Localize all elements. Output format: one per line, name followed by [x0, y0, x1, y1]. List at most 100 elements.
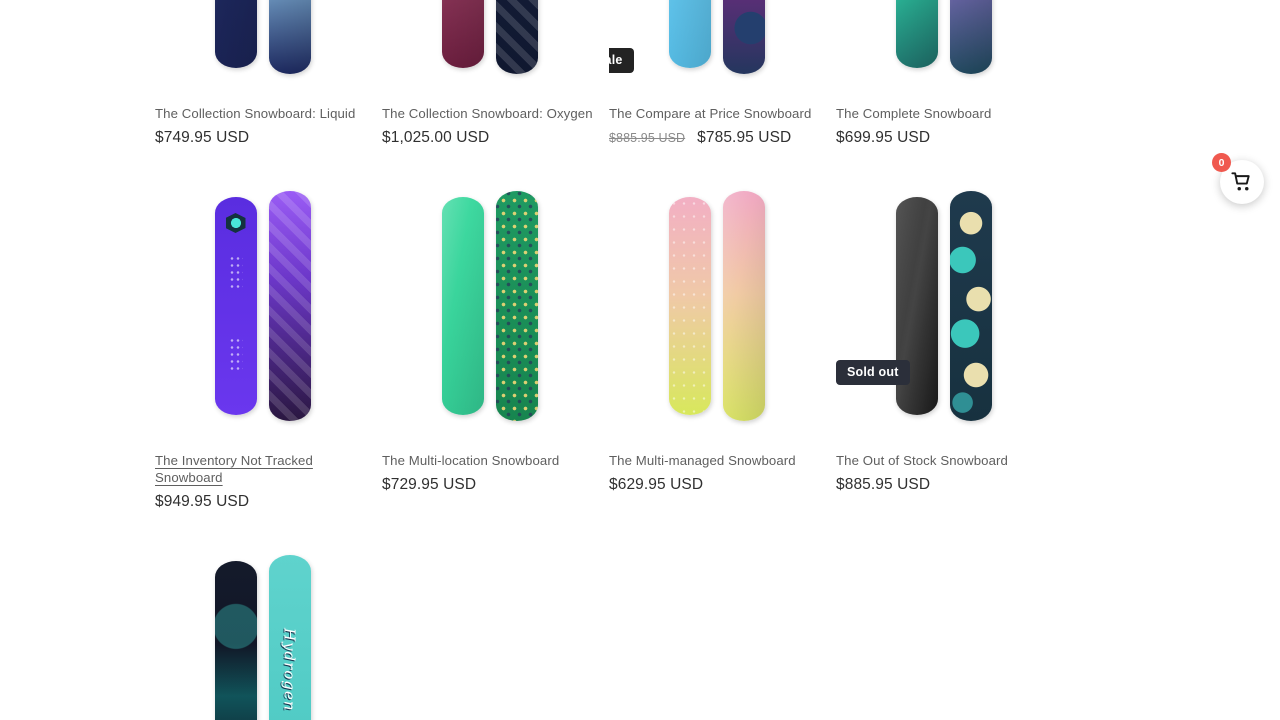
board-art-overlay: [441, 0, 484, 68]
product-title-link[interactable]: The Inventory Not Tracked Snowboard: [155, 452, 382, 486]
product-image[interactable]: [382, 172, 597, 440]
product-price-row: $629.95 USD: [609, 476, 836, 494]
sale-badge: Sale: [609, 48, 634, 73]
board-art-overlay: [949, 191, 992, 421]
board-lace: [228, 337, 243, 371]
snowboard-back: Hydrogen: [268, 555, 311, 720]
snowboard-back: [495, 0, 538, 74]
snowboard-back: [949, 191, 992, 421]
board-art-overlay: [214, 0, 257, 68]
board-art-overlay: [668, 0, 711, 68]
product-grid: The Collection Snowboard: Liquid $749.95 …: [155, 0, 1215, 720]
product-price-row: $1,025.00 USD: [382, 129, 609, 147]
board-art-overlay: [722, 0, 765, 74]
product-card[interactable]: Sold out The Out of Stock Snowboard $885.9…: [836, 172, 1063, 536]
snowboard-front: [214, 0, 257, 68]
snowboard-front: [441, 0, 484, 68]
product-price-row: $885.95 USD: [836, 476, 1063, 494]
board-art-overlay: [441, 197, 484, 415]
product-info: The Inventory Not Tracked Snowboard $949.…: [155, 440, 382, 511]
product-info: The Out of Stock Snowboard $885.95 USD: [836, 440, 1063, 494]
board-wordmark: Hydrogen: [280, 628, 299, 712]
board-lace: [228, 255, 243, 289]
snowboard-pair: [155, 0, 370, 93]
snowboard-back: [722, 0, 765, 74]
product-price: $785.95 USD: [697, 129, 792, 146]
product-title-link[interactable]: The Out of Stock Snowboard: [836, 452, 1008, 469]
snowboard-pair: [609, 172, 824, 440]
product-info: The Collection Snowboard: Liquid $749.95 …: [155, 93, 382, 147]
board-art-overlay: [495, 191, 538, 421]
board-art-overlay: [495, 0, 538, 74]
snowboard-back: [495, 191, 538, 421]
product-price-row: $729.95 USD: [382, 476, 609, 494]
product-title-link[interactable]: The Multi-location Snowboard: [382, 452, 559, 469]
product-price-row: $699.95 USD: [836, 129, 1063, 147]
product-card[interactable]: The Multi-location Snowboard $729.95 USD: [382, 172, 609, 536]
product-card[interactable]: The Multi-managed Snowboard $629.95 USD: [609, 172, 836, 536]
product-price: $699.95 USD: [836, 129, 931, 146]
snowboard-pair: [382, 172, 597, 440]
product-price: $949.95 USD: [155, 493, 250, 510]
board-art-overlay: [214, 561, 257, 720]
product-title-link[interactable]: The Collection Snowboard: Liquid: [155, 105, 355, 122]
snowboard-pair: [155, 172, 370, 440]
product-image[interactable]: Hydrogen: [155, 536, 370, 720]
product-card[interactable]: The Collection Snowboard: Oxygen $1,025.0…: [382, 0, 609, 172]
compare-at-price: $885.95 USD: [609, 131, 686, 145]
product-image[interactable]: [155, 172, 370, 440]
snowboard-pair: [382, 0, 597, 93]
snowboard-pair: [836, 172, 1051, 440]
product-price-row: $949.95 USD: [155, 493, 382, 511]
board-art-overlay: [668, 197, 711, 415]
product-price: $729.95 USD: [382, 476, 477, 493]
product-grid-page: The Collection Snowboard: Liquid $749.95 …: [0, 0, 1280, 720]
snowboard-front: [895, 0, 938, 68]
product-title-link[interactable]: The Collection Snowboard: Oxygen: [382, 105, 593, 122]
product-price-row: $749.95 USD: [155, 129, 382, 147]
product-price: $1,025.00 USD: [382, 129, 490, 146]
product-title-link[interactable]: The Multi-managed Snowboard: [609, 452, 796, 469]
product-card[interactable]: The Complete Snowboard $699.95 USD: [836, 0, 1063, 172]
snowboard-front: [668, 197, 711, 415]
product-info: The Multi-location Snowboard $729.95 USD: [382, 440, 609, 494]
cart-button[interactable]: 0: [1212, 153, 1264, 204]
snowboard-back: [949, 0, 992, 74]
sold-out-badge: Sold out: [836, 360, 910, 385]
product-info: The Multi-managed Snowboard $629.95 USD: [609, 440, 836, 494]
product-title-link[interactable]: The Complete Snowboard: [836, 105, 991, 122]
product-info: The Collection Snowboard: Oxygen $1,025.0…: [382, 93, 609, 147]
snowboard-front: [668, 0, 711, 68]
product-price: $749.95 USD: [155, 129, 250, 146]
board-art-overlay: [268, 191, 311, 421]
product-price-row: $885.95 USD $785.95 USD: [609, 129, 836, 147]
product-info: The Compare at Price Snowboard $885.95 US…: [609, 93, 836, 147]
product-image[interactable]: [836, 0, 1051, 93]
shopping-cart-icon: [1231, 172, 1250, 191]
snowboard-back: [268, 0, 311, 74]
product-card[interactable]: Sale The Compare at Price Snowboard $885.9…: [609, 0, 836, 172]
product-card[interactable]: The Inventory Not Tracked Snowboard $949.…: [155, 172, 382, 536]
product-card[interactable]: The Collection Snowboard: Liquid $749.95 …: [155, 0, 382, 172]
product-image[interactable]: Sold out: [836, 172, 1051, 440]
board-art-overlay: [949, 0, 992, 74]
product-image[interactable]: Sale: [609, 0, 824, 93]
snowboard-front: [441, 197, 484, 415]
product-price: $629.95 USD: [609, 476, 704, 493]
product-info: The Complete Snowboard $699.95 USD: [836, 93, 1063, 147]
snowboard-pair: Hydrogen: [155, 536, 370, 720]
product-image[interactable]: [382, 0, 597, 93]
snowboard-pair: [836, 0, 1051, 93]
cart-count-badge: 0: [1212, 153, 1231, 172]
snowboard-back: [722, 191, 765, 421]
product-card[interactable]: HydrogenThe Videographer Snowboard$885.9…: [155, 536, 382, 720]
product-image[interactable]: [609, 172, 824, 440]
snowboard-pair: [609, 0, 824, 93]
snowboard-front: [214, 197, 257, 415]
board-art-overlay: [722, 191, 765, 421]
snowboard-front: [214, 561, 257, 720]
product-title-link[interactable]: The Compare at Price Snowboard: [609, 105, 811, 122]
board-art-overlay: [268, 0, 311, 74]
snowboard-back: [268, 191, 311, 421]
product-image[interactable]: [155, 0, 370, 93]
